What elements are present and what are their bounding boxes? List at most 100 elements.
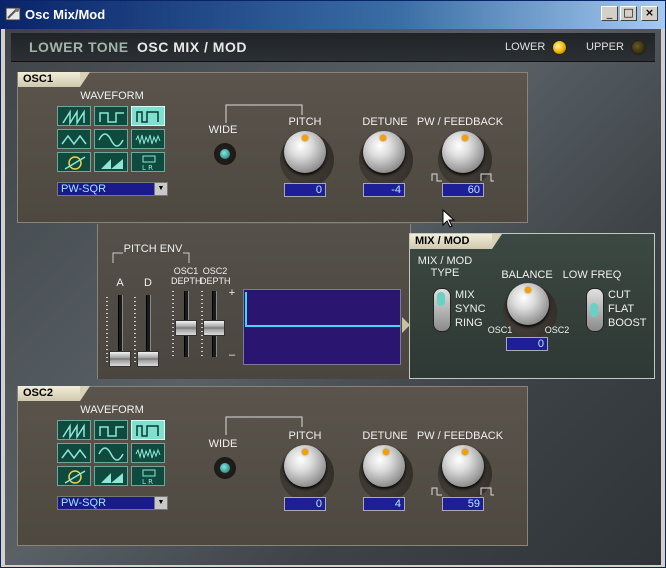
osc2-pitch-value[interactable]: 0 — [284, 497, 326, 511]
maximize-button[interactable]: □ — [620, 6, 637, 21]
osc1-pw-knob[interactable] — [442, 131, 484, 173]
osc2-triangle-wave-button[interactable] — [57, 443, 91, 463]
osc2-pw-label: PW / FEEDBACK — [416, 430, 504, 442]
osc1-detune-label: DETUNE — [362, 116, 408, 128]
balance-value[interactable]: 0 — [506, 337, 548, 351]
noise-wave-icon — [135, 448, 161, 459]
window: Osc Mix/Mod _ □ × LOWER TONE OSC MIX / M… — [0, 0, 666, 568]
pw-square-wave-icon — [136, 111, 159, 123]
mix-mod-tab: MIX / MOD — [410, 234, 502, 249]
osc2-ring-lr-wave-button[interactable]: L R — [131, 466, 165, 486]
osc2-waveform-value: PW-SQR — [61, 497, 107, 509]
knob-pointer — [462, 135, 468, 141]
ring-option[interactable]: RING — [455, 317, 483, 329]
balance-label: BALANCE — [501, 269, 553, 281]
osc2-waveform-dropdown[interactable]: PW-SQR ▼ — [57, 496, 168, 510]
osc1-depth-slider-handle[interactable] — [175, 320, 197, 336]
upper-led-button[interactable] — [631, 40, 646, 55]
osc1-pitch-knob[interactable] — [284, 131, 326, 173]
title-bar[interactable]: Osc Mix/Mod _ □ × — [1, 1, 665, 29]
osc1-feedback-wave-button[interactable] — [57, 152, 91, 172]
ramp-wave-icon — [101, 159, 123, 169]
noise-wave-icon — [135, 134, 161, 145]
square-wave-icon — [99, 112, 124, 123]
osc1-square-wave-button[interactable] — [94, 106, 128, 126]
pulse-width-icon — [431, 173, 494, 182]
osc2-detune-knob[interactable] — [363, 445, 405, 487]
ramp-wave-icon — [101, 473, 123, 483]
chevron-down-icon: ▼ — [154, 183, 167, 195]
osc1-detune-value[interactable]: -4 — [363, 183, 405, 197]
osc1-wide-toggle[interactable] — [214, 143, 236, 165]
minimize-button[interactable]: _ — [601, 6, 618, 21]
a-slider-handle[interactable] — [109, 351, 131, 367]
osc2-wide-toggle[interactable] — [214, 457, 236, 479]
osc1-pw-value[interactable]: 60 — [442, 183, 484, 197]
osc1-depth-label-2: DEPTH — [171, 276, 202, 286]
osc1-saw-wave-button[interactable] — [57, 106, 91, 126]
triangle-wave-icon — [61, 448, 87, 460]
mouse-cursor-icon — [442, 209, 456, 228]
feedback-wave-icon — [64, 470, 86, 484]
osc1-waveform-dropdown[interactable]: PW-SQR ▼ — [57, 182, 168, 196]
boost-option[interactable]: BOOST — [608, 317, 647, 329]
wide-indicator — [220, 463, 230, 473]
osc1-depth-label-1: OSC1 — [173, 266, 199, 276]
osc2-depth-label-1: OSC2 — [202, 266, 228, 276]
osc2-tab: OSC2 — [18, 386, 90, 401]
osc1-waveform-label: WAVEFORM — [80, 90, 144, 102]
ring-lr-icon: L R — [142, 155, 156, 172]
lower-led-button[interactable] — [552, 40, 567, 55]
osc1-ring-lr-wave-button[interactable]: L R — [131, 152, 165, 172]
osc1-tab: OSC1 — [18, 72, 90, 87]
depth-minus-label: – — [228, 349, 236, 361]
low-freq-switch[interactable] — [586, 288, 604, 332]
osc1-depth-ticks — [172, 291, 174, 357]
editor-client: LOWER TONE OSC MIX / MOD LOWER UPPER OSC… — [5, 29, 661, 565]
osc1-pitch-value[interactable]: 0 — [284, 183, 326, 197]
pitch-env-a-label: A — [116, 277, 124, 289]
mix-mod-type-switch[interactable] — [433, 288, 451, 332]
osc1-detune-knob[interactable] — [363, 131, 405, 173]
osc2-square-wave-button[interactable] — [94, 420, 128, 440]
osc2-sine-wave-button[interactable] — [94, 443, 128, 463]
osc1-ramp-wave-button[interactable] — [94, 152, 128, 172]
cut-option[interactable]: CUT — [608, 289, 631, 301]
osc1-pw-label: PW / FEEDBACK — [416, 116, 504, 128]
osc1-pw-square-wave-button[interactable] — [131, 106, 165, 126]
mix-option[interactable]: MIX — [455, 289, 475, 301]
d-slider-ticks — [134, 297, 136, 365]
pitch-env-d-label: D — [144, 277, 152, 289]
osc2-detune-value[interactable]: 4 — [363, 497, 405, 511]
switch-nub — [437, 292, 445, 306]
envelope-curve — [245, 292, 400, 327]
osc1-sine-wave-button[interactable] — [94, 129, 128, 149]
knob-pointer — [525, 287, 531, 293]
osc1-triangle-wave-button[interactable] — [57, 129, 91, 149]
osc2-pitch-knob[interactable] — [284, 445, 326, 487]
osc2-pw-knob[interactable] — [442, 445, 484, 487]
flat-option[interactable]: FLAT — [608, 303, 634, 315]
close-button[interactable]: × — [641, 6, 658, 21]
osc1-noise-wave-button[interactable] — [131, 129, 165, 149]
section-title: LOWER TONE — [29, 39, 129, 55]
balance-knob[interactable] — [507, 283, 549, 325]
mix-mod-type-label-1: MIX / MOD — [417, 255, 473, 267]
osc2-pw-value[interactable]: 59 — [442, 497, 484, 511]
balance-right-label: OSC2 — [544, 325, 570, 335]
page-title: OSC MIX / MOD — [137, 39, 247, 55]
osc2-feedback-wave-button[interactable] — [57, 466, 91, 486]
osc2-pw-square-wave-button[interactable] — [131, 420, 165, 440]
feedback-wave-icon — [64, 156, 86, 170]
d-slider-handle[interactable] — [137, 351, 159, 367]
knob-pointer — [462, 449, 468, 455]
sync-option[interactable]: SYNC — [455, 303, 486, 315]
saw-wave-icon — [62, 109, 85, 126]
chevron-down-icon: ▼ — [154, 497, 167, 509]
osc2-noise-wave-button[interactable] — [131, 443, 165, 463]
osc2-depth-slider-handle[interactable] — [203, 320, 225, 336]
osc2-saw-wave-button[interactable] — [57, 420, 91, 440]
osc2-ramp-wave-button[interactable] — [94, 466, 128, 486]
switch-nub — [590, 303, 598, 317]
app-icon — [5, 7, 21, 21]
